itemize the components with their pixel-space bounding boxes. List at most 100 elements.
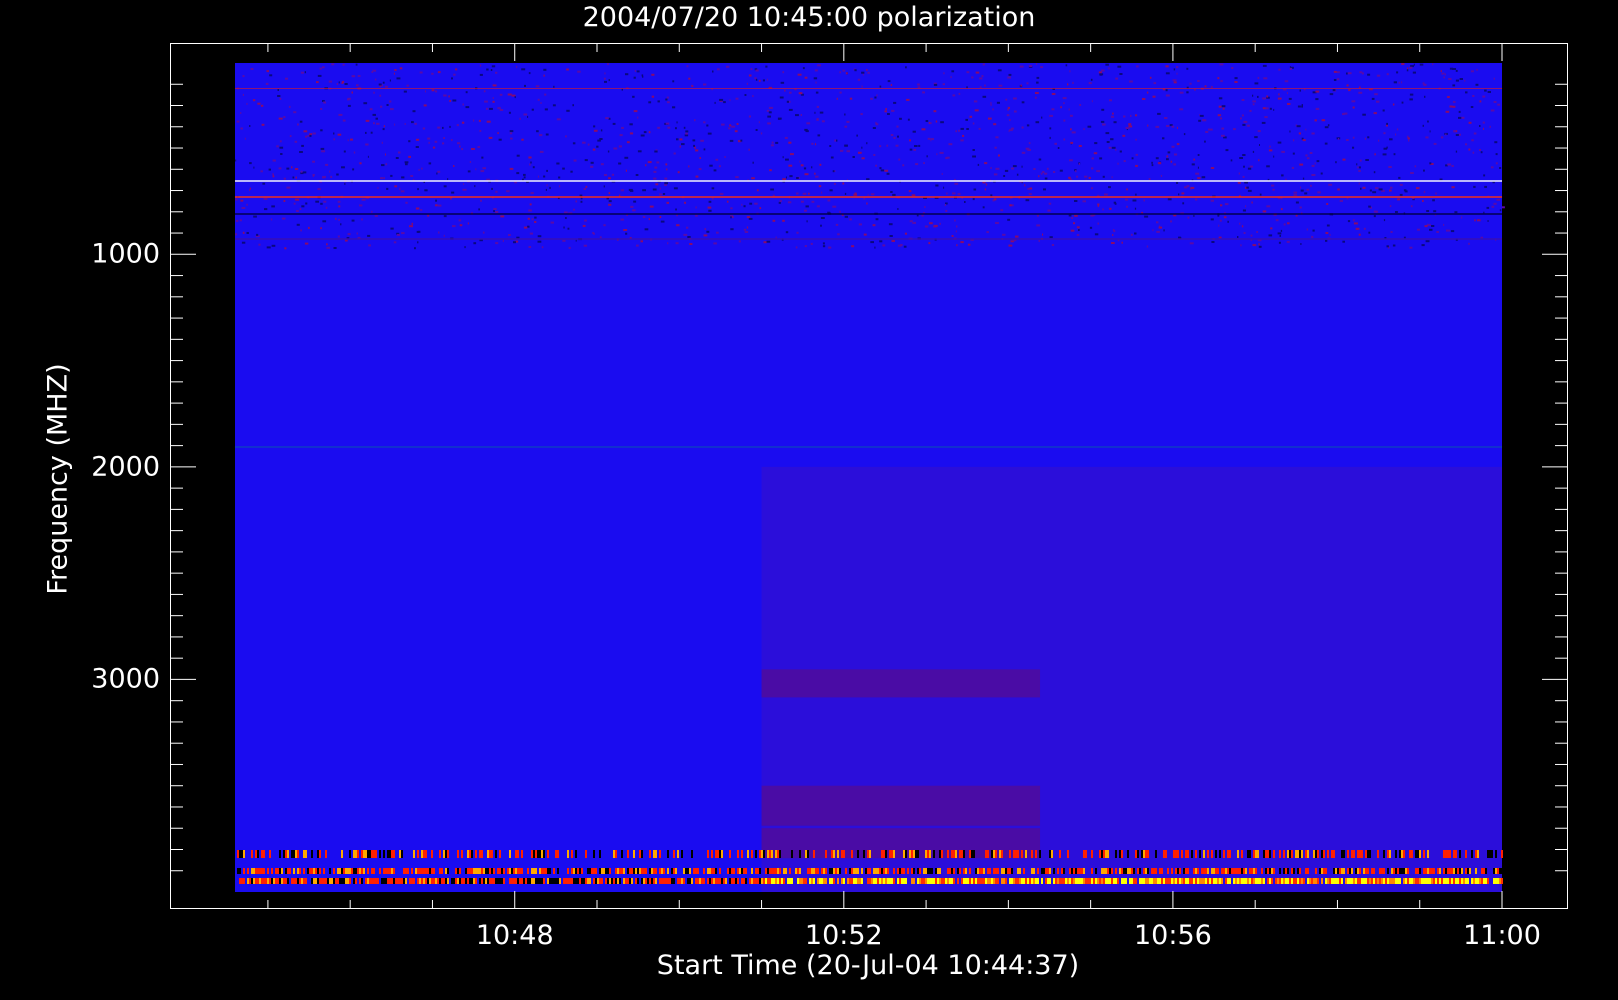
heatmap-cell [1003,868,1005,874]
heatmap-cell [931,878,933,884]
heatmap-cell [1474,219,1476,222]
heatmap-cell [1463,878,1465,884]
heatmap-cell [239,850,241,858]
heatmap-cell [441,868,443,874]
heatmap-cell [897,878,899,884]
heatmap-cell [437,170,441,173]
heatmap-cell [775,878,777,884]
heatmap-cell [1123,878,1125,884]
heatmap-cell [777,868,779,874]
heatmap-cell [419,868,421,874]
heatmap-cell [1029,187,1033,190]
heatmap-cell [443,234,445,237]
heatmap-cell [293,111,297,114]
heatmap-cell [922,91,925,94]
heatmap-cell [1197,878,1199,884]
heatmap-cell [1225,878,1227,884]
heatmap-cell [1279,868,1281,874]
heatmap-cell [635,868,637,874]
heatmap-cell [260,170,263,173]
heatmap-cell [857,78,861,81]
heatmap-cell [1252,150,1255,153]
heatmap-cell [1035,121,1040,124]
heatmap-cell [1210,218,1214,221]
heatmap-cell [799,160,801,163]
heatmap-cell [856,134,858,137]
heatmap-cell [819,878,821,884]
heatmap-cell [647,878,649,884]
heatmap-cell [1450,230,1455,233]
heatmap-cell [613,147,618,150]
heatmap-cell [755,129,758,131]
y-tick-label: 2000 [91,451,160,483]
heatmap-cell [1079,878,1081,884]
heatmap-cell [1367,868,1369,874]
heatmap-cell [1347,850,1349,858]
heatmap-cell [1059,878,1061,884]
heatmap-cell [723,878,725,884]
heatmap-cell [1038,239,1040,242]
heatmap-cell [1103,868,1105,874]
heatmap-cell [881,878,883,884]
heatmap-cell [1115,850,1117,858]
heatmap-cell [453,878,455,884]
heatmap-cell [391,878,393,884]
heatmap-cell [495,242,499,245]
heatmap-cell [1368,231,1371,234]
heatmap-cell [777,878,779,884]
heatmap-cell [408,155,411,158]
heatmap-cell [1241,99,1245,101]
heatmap-cell [543,850,545,858]
heatmap-cell [1239,868,1241,874]
heatmap-cell [1210,86,1213,88]
heatmap-cell [625,73,629,76]
heatmap-cell [1443,868,1445,874]
heatmap-cell [831,868,833,874]
heatmap-cell [1021,126,1024,129]
heatmap-cell [1424,225,1428,228]
heatmap-cell [815,143,817,146]
heatmap-cell [815,81,817,84]
heatmap-cell [1328,183,1333,186]
heatmap-cell [1265,868,1267,874]
heatmap-cell [906,98,910,101]
heatmap-cell [1419,63,1424,66]
heatmap-cell [1487,91,1491,93]
heatmap-cell [801,200,804,203]
heatmap-cell [777,850,779,858]
heatmap-cell [435,878,437,884]
heatmap-cell [243,868,245,874]
heatmap-cell [633,200,637,203]
heatmap-cell [806,122,811,125]
heatmap-cell [1254,136,1258,139]
heatmap-cell [728,127,731,130]
heatmap-cell [284,247,287,250]
heatmap-cell [1323,850,1325,858]
heatmap-cell [1077,878,1079,884]
heatmap-cell [767,868,769,874]
heatmap-cell [757,868,759,874]
heatmap-cell [1448,78,1452,80]
heatmap-cell [1145,878,1147,884]
heatmap-cell [1049,127,1052,130]
heatmap-cell [1299,850,1301,858]
heatmap-cell [1452,105,1456,108]
heatmap-cell [1037,868,1039,874]
heatmap-cell [1459,850,1461,858]
heatmap-cell [1113,878,1115,884]
heatmap-cell [242,93,244,96]
heatmap-cell [465,878,467,884]
heatmap-cell [453,165,455,167]
heatmap-cell [791,878,793,884]
heatmap-cell [1171,868,1173,874]
heatmap-cell [1163,229,1165,232]
heatmap-cell [773,868,775,874]
heatmap-cell [621,126,624,129]
heatmap-cell [379,868,381,874]
heatmap-cell [754,202,758,205]
heatmap-cell [872,224,876,227]
heatmap-cell [530,161,532,164]
heatmap-cell [861,146,863,149]
heatmap-cell [383,850,385,858]
heatmap-cell [581,868,583,874]
